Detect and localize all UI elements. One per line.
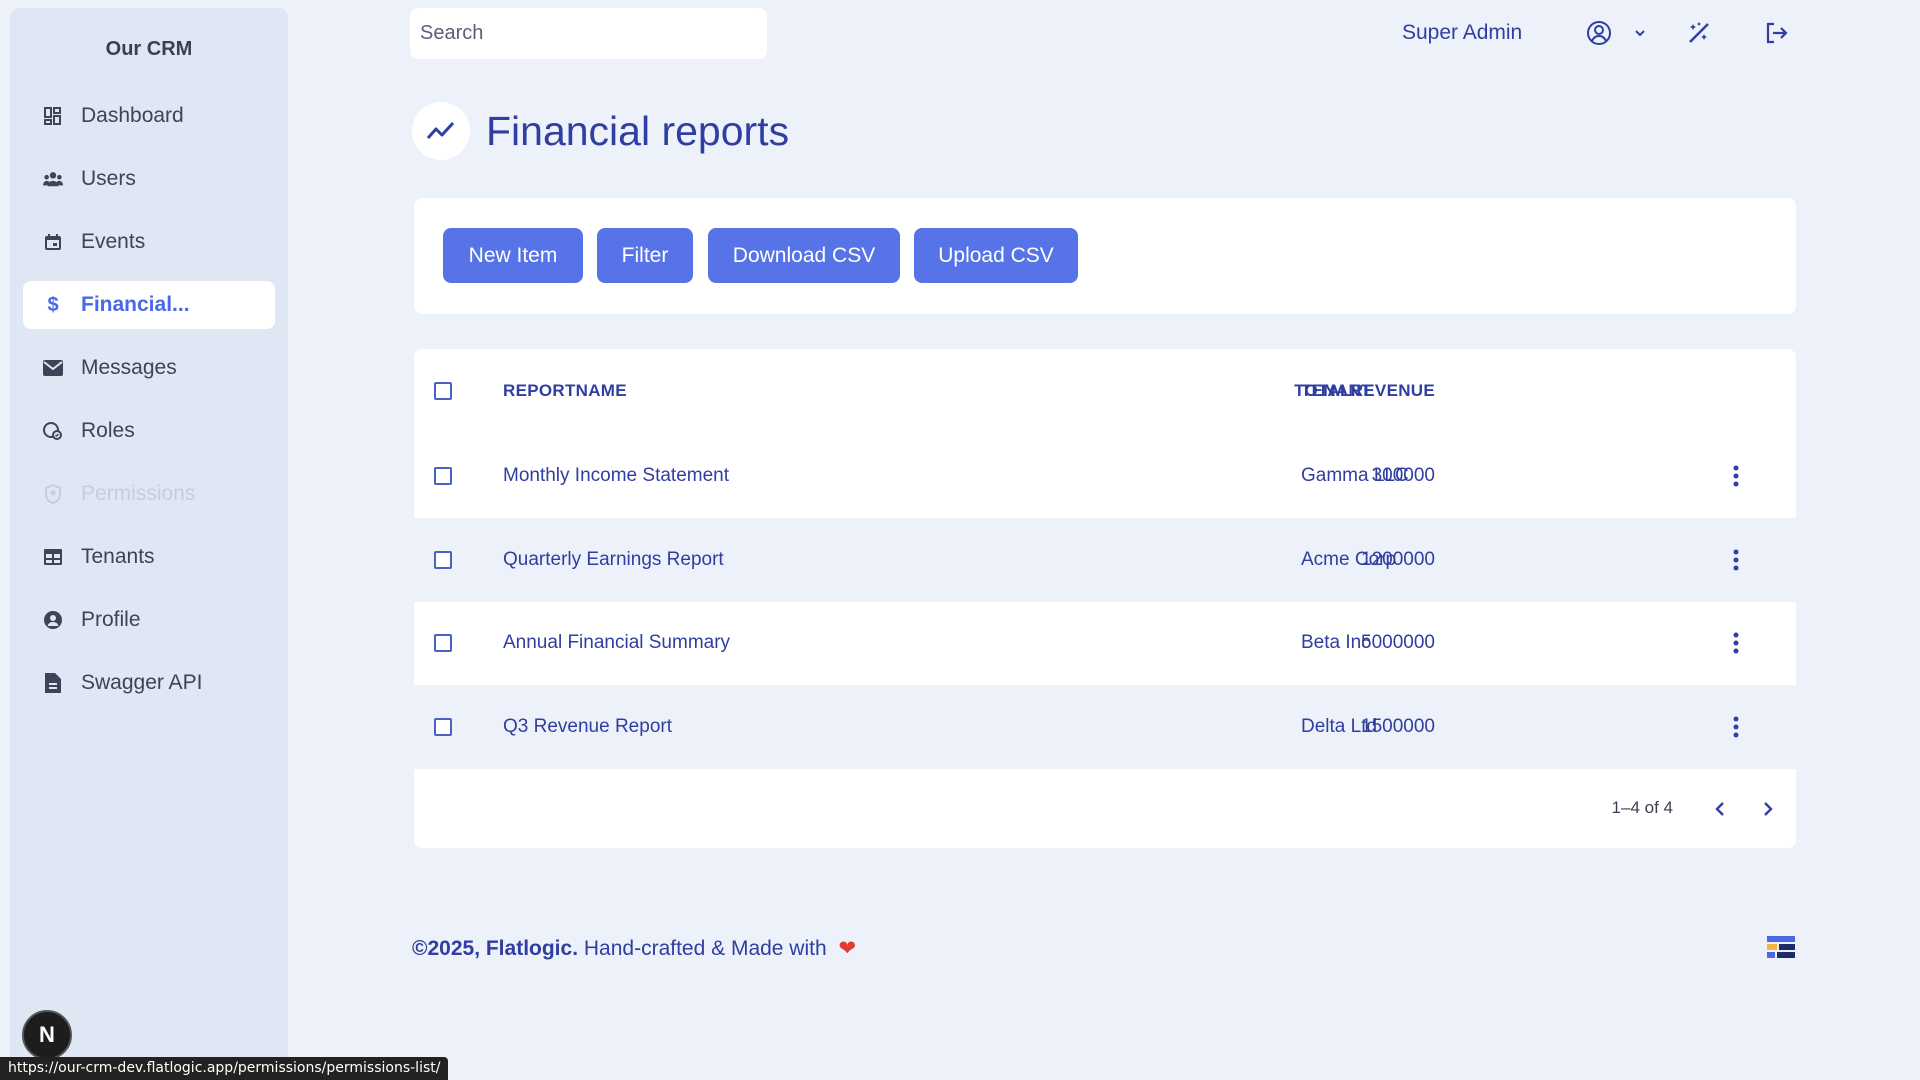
users-icon <box>43 169 63 189</box>
chevron-down-icon[interactable] <box>1628 18 1652 48</box>
sidebar-item-swagger-api[interactable]: Swagger API <box>23 659 275 707</box>
flatlogic-logo-icon[interactable] <box>1765 934 1797 964</box>
page-header: Financial reports <box>412 102 789 160</box>
devtools-avatar[interactable]: N <box>22 1010 72 1060</box>
user-circle-icon[interactable] <box>1584 18 1614 48</box>
cell-totalrevenue: 5000000 <box>1361 632 1435 653</box>
sidebar-item-permissions[interactable]: Permissions <box>23 470 275 518</box>
more-vertical-icon[interactable] <box>1724 712 1748 742</box>
filter-button[interactable]: Filter <box>597 228 693 283</box>
cell-reportname[interactable]: Quarterly Earnings Report <box>503 549 724 571</box>
pagination: 1–4 of 4 <box>414 769 1796 848</box>
sidebar-item-label: Dashboard <box>81 104 184 127</box>
trending-up-icon <box>412 102 470 160</box>
more-vertical-icon[interactable] <box>1724 545 1748 575</box>
sidebar-item-roles[interactable]: Roles <box>23 407 275 455</box>
sidebar-item-profile[interactable]: Profile <box>23 596 275 644</box>
table-row[interactable]: Q3 Revenue Report 1500000 Delta Ltd <box>414 685 1796 769</box>
calendar-icon <box>43 232 63 252</box>
row-checkbox[interactable] <box>434 551 452 569</box>
cell-tenant: Acme Corp <box>1301 549 1397 570</box>
user-name[interactable]: Super Admin <box>1402 21 1522 45</box>
sidebar-item-dashboard[interactable]: Dashboard <box>23 92 275 140</box>
file-icon <box>43 673 63 693</box>
logout-icon[interactable] <box>1761 18 1791 48</box>
dashboard-icon <box>43 106 63 126</box>
table-row[interactable]: Quarterly Earnings Report 1200000 Acme C… <box>414 518 1796 602</box>
shield-icon <box>43 484 63 504</box>
cell-tenant: Gamma LLC <box>1301 465 1409 486</box>
sidebar-item-messages[interactable]: Messages <box>23 344 275 392</box>
mail-icon <box>43 358 63 378</box>
cell-reportname[interactable]: Q3 Revenue Report <box>503 716 672 738</box>
sidebar-item-label: Users <box>81 167 136 190</box>
sidebar-item-label: Messages <box>81 356 177 379</box>
cell-tenant: Delta Ltd <box>1301 716 1378 737</box>
sidebar: Our CRM Dashboard Users Events $ Financi… <box>10 8 288 1080</box>
user-circle-icon <box>43 610 63 630</box>
download-csv-button[interactable]: Download CSV <box>708 228 900 283</box>
sidebar-item-label: Financial... <box>81 293 190 316</box>
more-vertical-icon[interactable] <box>1724 628 1748 658</box>
table-row[interactable]: Monthly Income Statement 300000 Gamma LL… <box>414 434 1796 518</box>
row-checkbox[interactable] <box>434 467 452 485</box>
table-header-row: REPORTNAME TOTALREVENUE TENANT <box>414 349 1796 433</box>
cell-reportname[interactable]: Annual Financial Summary <box>503 632 730 654</box>
row-checkbox[interactable] <box>434 634 452 652</box>
table-row[interactable]: Annual Financial Summary 5000000 Beta In… <box>414 601 1796 685</box>
sidebar-item-users[interactable]: Users <box>23 155 275 203</box>
cell-tenant: Beta Inc <box>1301 632 1371 653</box>
sidebar-item-label: Profile <box>81 608 141 631</box>
search-input[interactable] <box>410 8 767 59</box>
table-icon <box>43 547 63 567</box>
sidebar-nav: Dashboard Users Events $ Financial... Me… <box>23 92 275 722</box>
chevron-left-icon[interactable] <box>1705 794 1735 824</box>
page-title: Financial reports <box>486 107 790 154</box>
row-checkbox[interactable] <box>434 718 452 736</box>
pagination-range: 1–4 of 4 <box>1611 798 1673 817</box>
footer: ©2025, Flatlogic. Hand-crafted & Made wi… <box>412 936 856 961</box>
column-header-reportname[interactable]: REPORTNAME <box>503 381 627 401</box>
sidebar-item-label: Events <box>81 230 146 253</box>
app-brand: Our CRM <box>105 38 193 60</box>
heart-icon: ❤ <box>838 937 857 960</box>
upload-csv-button[interactable]: Upload CSV <box>914 228 1078 283</box>
chevron-right-icon[interactable] <box>1753 794 1783 824</box>
select-all-checkbox[interactable] <box>434 382 452 400</box>
new-item-button[interactable]: New Item <box>443 228 583 283</box>
sidebar-item-label: Permissions <box>81 482 196 505</box>
reports-table: REPORTNAME TOTALREVENUE TENANT Monthly I… <box>414 349 1796 848</box>
status-bar-url: https://our-crm-dev.flatlogic.app/permis… <box>0 1057 449 1080</box>
sidebar-item-label: Tenants <box>81 545 155 568</box>
dollar-icon: $ <box>47 293 59 316</box>
sidebar-item-label: Roles <box>81 419 135 442</box>
roles-icon <box>43 421 63 441</box>
footer-copyright[interactable]: ©2025, Flatlogic. <box>412 937 578 960</box>
sidebar-item-label: Swagger API <box>81 671 203 694</box>
toolbar-card: New Item Filter Download CSV Upload CSV <box>414 198 1796 314</box>
column-header-tenant[interactable]: TENANT <box>1301 381 1372 401</box>
sidebar-item-tenants[interactable]: Tenants <box>23 533 275 581</box>
footer-tagline: Hand-crafted & Made with <box>583 937 827 960</box>
theme-toggle-icon[interactable] <box>1684 18 1714 48</box>
more-vertical-icon[interactable] <box>1724 461 1748 491</box>
cell-reportname[interactable]: Monthly Income Statement <box>503 465 729 487</box>
sidebar-item-events[interactable]: Events <box>23 218 275 266</box>
sidebar-item-financial[interactable]: $ Financial... <box>23 281 275 329</box>
